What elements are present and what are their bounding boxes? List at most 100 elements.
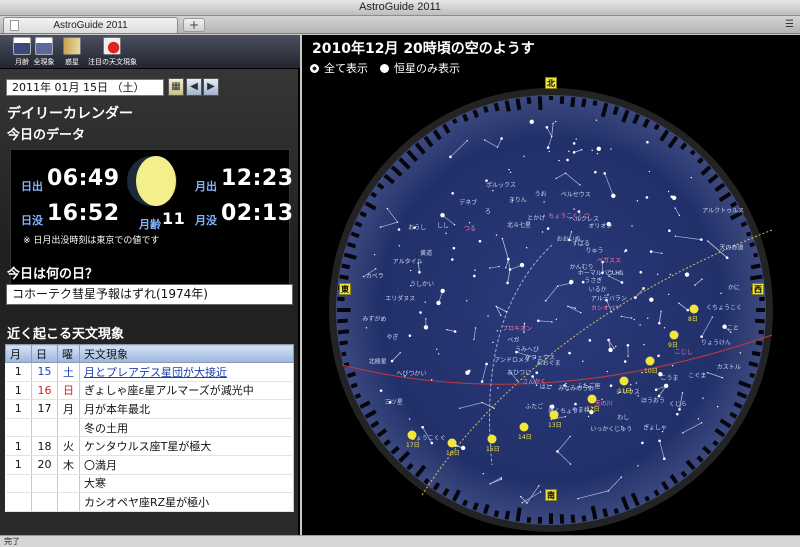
star: [523, 322, 526, 325]
star: [495, 305, 497, 308]
planets-button[interactable]: 惑星: [52, 37, 92, 67]
star: [611, 193, 616, 199]
tree-silhouette: [755, 318, 765, 324]
star: [701, 278, 703, 280]
table-row[interactable]: カシオペヤ座RZ星が極小: [5, 492, 294, 512]
star: [631, 225, 633, 227]
star: [565, 382, 567, 385]
table-row[interactable]: 冬の土用: [5, 418, 294, 438]
star: [580, 311, 582, 314]
constellation-label: うみへび: [515, 346, 539, 354]
moon-day-label: 11日: [618, 388, 632, 395]
option-all[interactable]: 全て表示: [310, 60, 368, 76]
star: [409, 269, 412, 272]
table-row[interactable]: 1 17 月月が本年最北: [5, 399, 294, 419]
star: [544, 299, 547, 302]
event-link[interactable]: 月とプレアデス星団が大接近: [79, 362, 294, 382]
star: [569, 435, 571, 438]
star: [636, 200, 639, 202]
tree-silhouette: [753, 252, 759, 258]
tree-silhouette: [359, 211, 367, 218]
star: [567, 305, 569, 308]
cell-day: [31, 474, 58, 494]
cell-event: カシオペヤ座RZ星が極小: [79, 492, 294, 512]
star: [676, 412, 679, 416]
table-row[interactable]: 大寒: [5, 474, 294, 494]
cell-day: 15: [31, 362, 58, 382]
star: [487, 315, 489, 317]
star: [639, 324, 641, 326]
star: [702, 397, 704, 399]
star: [373, 253, 376, 256]
star: [639, 270, 643, 274]
moon-day-label: 15日: [486, 446, 500, 453]
moonrise-label: 月出: [195, 180, 217, 193]
star: [620, 281, 624, 284]
cell-event: 月が本年最北: [79, 399, 294, 419]
table-row[interactable]: 1 16 日ぎょしゃ座ε星アルマーズが減光中: [5, 381, 294, 401]
cell-day: 17: [31, 399, 58, 419]
cell-month: 1: [5, 455, 32, 475]
tab-bar: AstroGuide 2011 + ☰: [0, 16, 800, 34]
star: [523, 155, 525, 158]
tab-list-icon[interactable]: ☰: [785, 19, 794, 30]
constellation-label: おおぐま: [537, 360, 561, 367]
next-day-button[interactable]: ▶: [203, 78, 219, 96]
date-field[interactable]: 2011年 01月 15日 （土）: [6, 79, 164, 96]
tab-astroguide[interactable]: AstroGuide 2011: [3, 17, 178, 33]
star: [508, 168, 510, 171]
constellation-label: 北極星: [369, 358, 387, 366]
tree-silhouette: [748, 361, 759, 368]
cell-event: 大寒: [79, 474, 294, 494]
star: [539, 491, 542, 493]
tree-silhouette: [745, 231, 752, 237]
constellation-label: りゅう: [586, 248, 604, 255]
star: [725, 256, 729, 259]
tree-silhouette: [482, 503, 490, 515]
star: [657, 321, 661, 325]
star: [466, 139, 468, 142]
constellation-label: つる: [464, 225, 476, 232]
star: [543, 201, 545, 203]
prev-day-button[interactable]: ◀: [186, 78, 202, 96]
constellation-label: おひつじ: [507, 369, 531, 376]
moon-day-label: 9日: [668, 342, 678, 349]
tree-silhouette: [515, 98, 522, 111]
star: [556, 450, 559, 453]
tree-silhouette: [337, 318, 348, 324]
tree-silhouette: [472, 502, 479, 511]
col-weekday-header: 曜: [57, 344, 80, 363]
star: [496, 146, 499, 148]
star: [620, 315, 623, 318]
col-day-header: 日: [31, 344, 58, 363]
star: [519, 262, 525, 268]
new-tab-button[interactable]: +: [183, 18, 205, 32]
star: [541, 231, 544, 233]
star: [451, 191, 454, 195]
star: [408, 334, 412, 337]
moon-position-icon: [587, 394, 597, 404]
tree-silhouette: [570, 514, 576, 524]
tree-silhouette: [750, 263, 761, 270]
star: [421, 425, 424, 429]
tree-silhouette: [749, 372, 756, 379]
moonset-time: 02:13: [221, 201, 294, 226]
table-row[interactable]: 1 18 火ケンタウルス座T星が極大: [5, 436, 294, 456]
constellation-label: ちょうこくしつ: [548, 213, 590, 220]
constellation-label: きりん: [509, 197, 527, 204]
moon-day-label: 14日: [518, 434, 532, 441]
option-stars-only[interactable]: 恒星のみ表示: [380, 60, 460, 76]
notable-events-button[interactable]: 注目の天文現象: [88, 37, 137, 67]
table-row[interactable]: 1 20 木〇満月: [5, 455, 294, 475]
tree-silhouette: [504, 510, 511, 520]
tree-silhouette: [590, 505, 598, 520]
star: [500, 314, 502, 317]
star: [641, 371, 643, 374]
table-row[interactable]: 1 15 土月とプレアデス星団が大接近: [5, 362, 294, 382]
calendar-picker-icon[interactable]: ▦: [168, 78, 184, 96]
tree-silhouette: [337, 329, 350, 335]
star: [500, 477, 502, 479]
star-chart[interactable]: カシオペヤアンドロメダペルセウスぎょしゃカペラ こいぬふたごポルックスカストルプロ…: [302, 35, 800, 535]
star: [440, 213, 445, 218]
star: [484, 139, 486, 141]
